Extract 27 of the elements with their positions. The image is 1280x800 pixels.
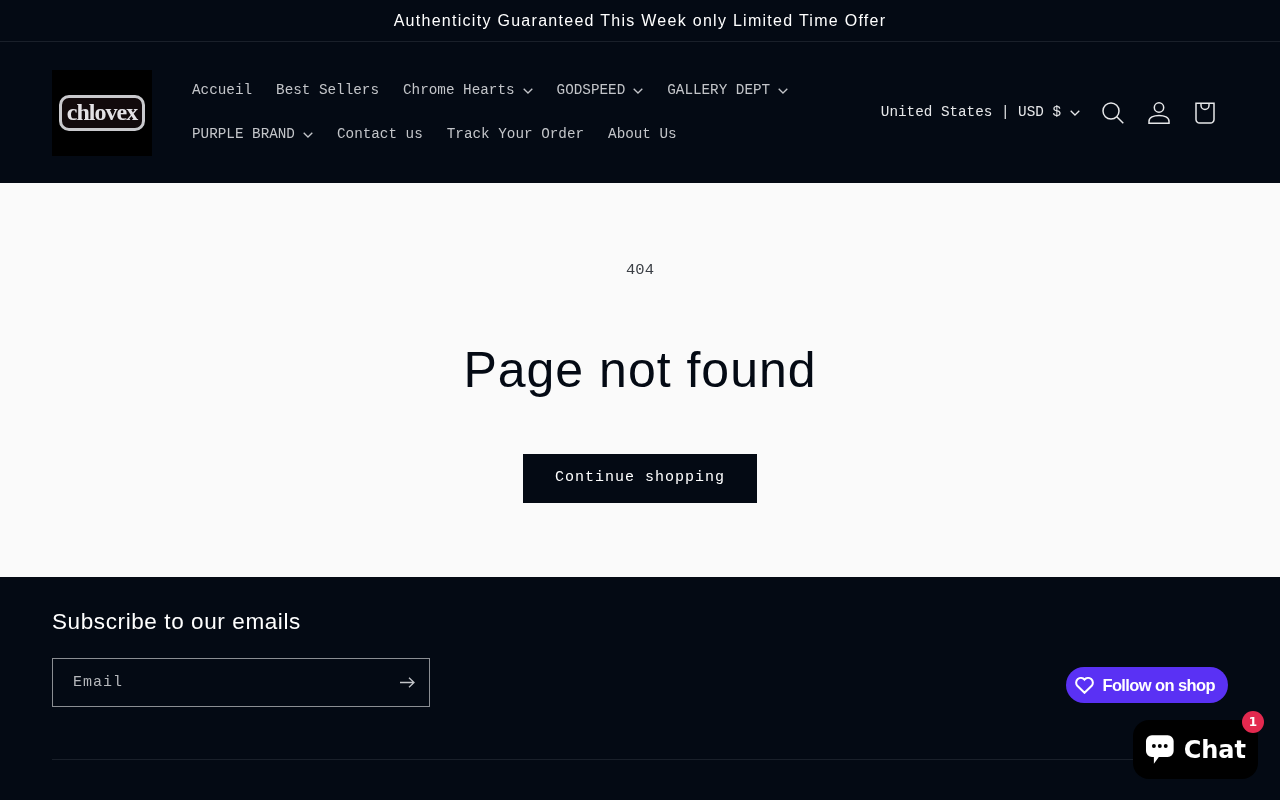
continue-shopping-button[interactable]: Continue shopping <box>523 454 757 503</box>
country-selector[interactable]: United States | USD $ <box>870 90 1090 135</box>
nav-menu-button[interactable]: Chrome Hearts <box>391 68 545 113</box>
arrow-icon <box>399 677 415 688</box>
email-field[interactable]: Email <box>52 658 430 707</box>
newsletter-heading: Subscribe to our emails <box>52 608 302 636</box>
page-title: Page not found <box>462 341 818 400</box>
bag-icon <box>1195 101 1215 124</box>
nav-menu-button[interactable]: PURPLE BRAND <box>180 112 325 157</box>
announcement-text: Authenticity Guaranteed This Week only Limited Time Offer <box>393 10 887 31</box>
follow-button[interactable]: Follow on shop <box>1066 667 1228 703</box>
logo-wordmark: chlovex <box>58 94 146 131</box>
error-code: 404 <box>625 260 655 281</box>
caret-icon <box>1070 109 1080 116</box>
unread-count-badge: 1 <box>1242 711 1264 733</box>
logo[interactable]: chlovex <box>52 69 152 156</box>
nav-link[interactable]: Accueil <box>180 68 265 113</box>
nav-menu-button[interactable]: GALLERY DEPT <box>655 68 801 113</box>
search-icon <box>1102 101 1124 124</box>
nav-link[interactable]: Track Your Order <box>434 112 597 157</box>
speech-bubble-icon <box>1145 734 1175 765</box>
person-icon <box>1148 101 1170 124</box>
nav-link[interactable]: Contact us <box>324 112 435 157</box>
nav-menu-button[interactable]: GODSPEED <box>544 68 656 113</box>
nav-link[interactable]: Best Sellers <box>264 68 392 113</box>
nav-link[interactable]: About Us <box>596 112 689 157</box>
heart-icon <box>1075 676 1095 694</box>
